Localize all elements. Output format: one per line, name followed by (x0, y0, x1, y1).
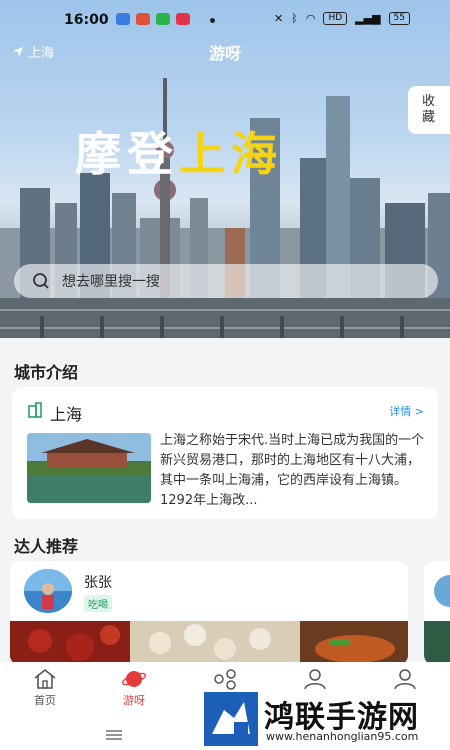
hero-title: 摩登上海 (75, 118, 283, 184)
video-icon (176, 13, 190, 25)
hd-badge: HD (323, 12, 348, 25)
skyline-image (0, 78, 450, 338)
status-time: 16:00 (64, 12, 109, 28)
avatar (24, 569, 72, 613)
app-title: 游呀 (208, 44, 241, 63)
favorite-button[interactable]: 收藏 (408, 86, 450, 134)
next-avatar (424, 575, 450, 665)
favorite-label: 收藏 (422, 94, 436, 125)
watermark-url: www.henanhonglian95.com (266, 730, 419, 743)
city-description: 上海之称始于宋代.当时上海已成为我国的一个新兴贸易港口，那时的上海地区有十八大浦… (160, 433, 425, 508)
wifi-icon: ◠ (305, 12, 316, 25)
signal-icon: ▂▄▆ (355, 12, 381, 25)
tab-home-label: 首页 (34, 694, 56, 707)
notification-icons (116, 13, 190, 25)
food-photo (10, 621, 408, 665)
share-icon (214, 669, 236, 690)
more-dot-icon (210, 18, 215, 23)
battery-icon: 55 (388, 12, 410, 25)
top-bar: 上海 游呀 (0, 40, 450, 64)
home-icon (34, 668, 56, 689)
tab-user[interactable] (283, 668, 347, 692)
next-expert-card[interactable] (424, 561, 450, 665)
details-link[interactable]: 详情 > (389, 403, 424, 419)
building-icon (28, 402, 42, 418)
city-name: 上海 (50, 405, 83, 424)
planet-icon (121, 671, 147, 687)
tab-home[interactable]: 首页 (13, 668, 77, 708)
experts-title: 达人推荐 (14, 537, 79, 556)
expert-tag: 吃喝 (84, 595, 112, 612)
menu-icon[interactable] (106, 730, 122, 740)
search-placeholder: 想去哪里搜一搜 (62, 274, 160, 290)
expert-card[interactable]: 张张 吃喝 (10, 561, 408, 665)
city-intro-title: 城市介绍 (14, 363, 79, 382)
search-icon (33, 273, 49, 289)
status-bar: 16:00 ✕ ᛒ ◠ HD ▂▄▆ 55 (0, 0, 450, 40)
status-right: ✕ ᛒ ◠ HD ▂▄▆ 55 (274, 12, 410, 25)
message-icon (156, 13, 170, 25)
tab-youya-label: 游呀 (123, 694, 145, 707)
city-intro-card[interactable]: 上海 详情 > 上海之称始于宋代.当时上海已成为我国的一个新兴贸易港口，那时的上… (12, 387, 438, 519)
bluetooth-icon: ᛒ (291, 12, 298, 25)
watermark-logo-icon (204, 692, 258, 746)
user-icon (304, 669, 326, 690)
profile-icon (394, 669, 416, 690)
hero-title-yellow: 上海 (179, 127, 283, 181)
mail-icon (136, 13, 150, 25)
mute-icon: ✕ (274, 12, 284, 25)
tab-profile[interactable] (373, 668, 437, 692)
hero-title-white: 摩登 (75, 127, 179, 181)
city-photo (27, 433, 151, 503)
expert-name: 张张 (84, 575, 112, 591)
watermark: 鸿联手游网 www.henanhonglian95.com (200, 690, 450, 750)
hero-banner: 16:00 ✕ ᛒ ◠ HD ▂▄▆ 55 上海 游呀 收藏 摩登上海 想去哪里… (0, 0, 450, 338)
tab-share[interactable] (193, 668, 257, 692)
search-bar[interactable]: 想去哪里搜一搜 (14, 264, 438, 298)
app-notification-icon (116, 13, 130, 25)
tab-youya[interactable]: 游呀 (102, 668, 166, 708)
